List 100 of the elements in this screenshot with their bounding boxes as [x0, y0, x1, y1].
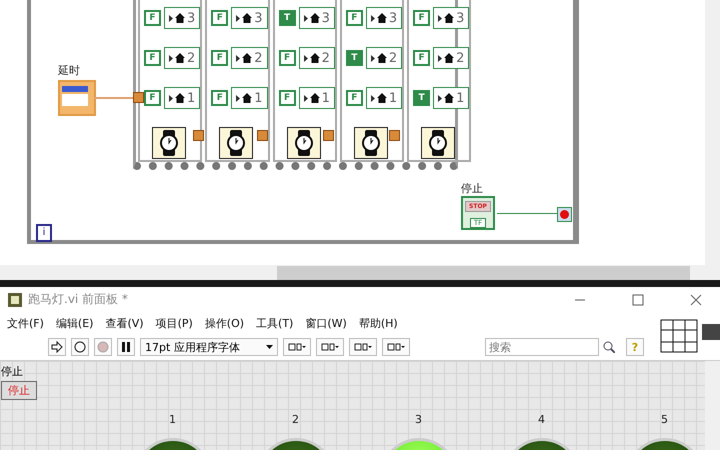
local-variable[interactable]: 3: [366, 7, 402, 29]
wait-function-icon: [219, 127, 254, 159]
scrollbar-thumb[interactable]: [277, 266, 690, 280]
boolean-constant[interactable]: F: [346, 90, 363, 106]
boolean-constant[interactable]: F: [144, 10, 161, 26]
local-variable[interactable]: 1: [433, 87, 470, 109]
slider-control-terminal[interactable]: [58, 80, 96, 116]
wait-function-icon: [286, 127, 321, 159]
house-icon: [376, 13, 387, 23]
boolean-constant[interactable]: F: [211, 90, 228, 106]
led-label: 2: [292, 413, 299, 426]
control-label: 延时: [58, 63, 80, 78]
menu-item[interactable]: 查看(V): [105, 316, 144, 330]
boolean-constant[interactable]: T: [278, 10, 296, 26]
menu-item[interactable]: 窗口(W): [305, 316, 347, 330]
led-label: 5: [661, 413, 668, 426]
local-variable[interactable]: 3: [298, 7, 335, 29]
boolean-constant[interactable]: F: [346, 10, 363, 26]
boolean-constant[interactable]: F: [413, 50, 430, 66]
align-icon: [387, 342, 405, 352]
menu-item[interactable]: 工具(T): [256, 316, 294, 330]
triangle-icon: [236, 94, 240, 102]
wait-function-icon: [421, 127, 456, 159]
house-icon: [444, 13, 454, 23]
boolean-constant[interactable]: F: [413, 10, 430, 26]
control-label: 停止: [461, 181, 483, 196]
house-icon: [242, 13, 252, 23]
menu-item[interactable]: 编辑(E): [56, 316, 94, 330]
app-icon: [8, 292, 22, 306]
align-dropdown[interactable]: [283, 338, 311, 356]
boolean-constant[interactable]: T: [413, 90, 430, 106]
boolean-constant[interactable]: F: [278, 90, 296, 106]
menu-item[interactable]: 操作(O): [204, 316, 244, 330]
local-variable[interactable]: 1: [164, 87, 200, 109]
triangle-icon: [304, 94, 308, 102]
house-icon: [242, 93, 252, 103]
boolean-constant[interactable]: F: [278, 50, 296, 66]
local-variable[interactable]: 2: [433, 47, 470, 69]
local-variable[interactable]: 3: [164, 7, 200, 29]
local-variable[interactable]: 2: [298, 47, 335, 69]
wait-function-icon: [152, 127, 186, 159]
menu-item[interactable]: 项目(P): [156, 316, 193, 330]
font-dropdown[interactable]: 17pt 应用程序字体: [140, 338, 278, 356]
triangle-icon: [304, 14, 308, 22]
control-label: 停止: [1, 364, 23, 379]
distribute-dropdown[interactable]: [316, 338, 344, 356]
house-icon: [175, 93, 185, 103]
tunnel-node: [389, 130, 400, 141]
maximize-icon[interactable]: [632, 294, 644, 306]
reorder-dropdown[interactable]: [382, 338, 410, 356]
boolean-constant[interactable]: F: [144, 90, 161, 106]
local-variable[interactable]: 3: [433, 7, 470, 29]
local-variable[interactable]: 1: [231, 87, 268, 109]
local-variable[interactable]: 2: [164, 47, 200, 69]
window-title: 跑马灯.vi 前面板 *: [28, 291, 129, 308]
stop-condition-icon[interactable]: [557, 207, 572, 222]
align-icon: [321, 342, 339, 352]
search-field[interactable]: 搜索: [485, 338, 599, 356]
house-icon: [444, 53, 454, 63]
run-button[interactable]: [48, 338, 66, 356]
wire: [94, 97, 135, 99]
caret-icon: [266, 345, 273, 349]
triangle-icon: [370, 54, 375, 62]
local-variable[interactable]: 3: [231, 7, 268, 29]
house-icon: [310, 53, 320, 63]
resize-dropdown[interactable]: [349, 338, 377, 356]
menu-item[interactable]: 帮助(H): [358, 316, 398, 330]
run-continuously-button[interactable]: [71, 338, 89, 356]
house-icon: [444, 93, 454, 103]
local-variable[interactable]: 1: [366, 87, 402, 109]
boolean-constant[interactable]: F: [144, 50, 161, 66]
close-icon[interactable]: [690, 294, 702, 306]
boolean-constant[interactable]: F: [211, 10, 228, 26]
house-icon: [376, 93, 387, 103]
triangle-icon: [236, 14, 240, 22]
triangle-icon: [370, 14, 375, 22]
local-variable[interactable]: 1: [298, 87, 335, 109]
tunnel-node: [257, 130, 268, 141]
tunnel-node: [133, 92, 144, 103]
house-icon: [310, 13, 320, 23]
triangle-icon: [438, 14, 442, 22]
boolean-constant[interactable]: T: [346, 50, 363, 66]
led-label: 3: [415, 413, 422, 426]
tunnel-node: [323, 130, 334, 141]
pause-button[interactable]: [117, 338, 135, 356]
stop-circle-icon: [97, 341, 109, 353]
stop-button[interactable]: 停止: [1, 381, 37, 400]
search-icon: [603, 341, 615, 353]
house-icon: [242, 53, 252, 63]
local-variable[interactable]: 2: [231, 47, 268, 69]
iteration-terminal: i: [36, 224, 52, 242]
house-icon: [175, 13, 185, 23]
boolean-constant[interactable]: F: [211, 50, 228, 66]
arrow-icon: [51, 341, 63, 353]
local-variable[interactable]: 2: [366, 47, 402, 69]
pause-icon: [121, 342, 131, 352]
triangle-icon: [438, 54, 442, 62]
triangle-icon: [169, 14, 173, 22]
house-icon: [175, 53, 185, 63]
menu-item[interactable]: 文件(F): [7, 316, 44, 330]
